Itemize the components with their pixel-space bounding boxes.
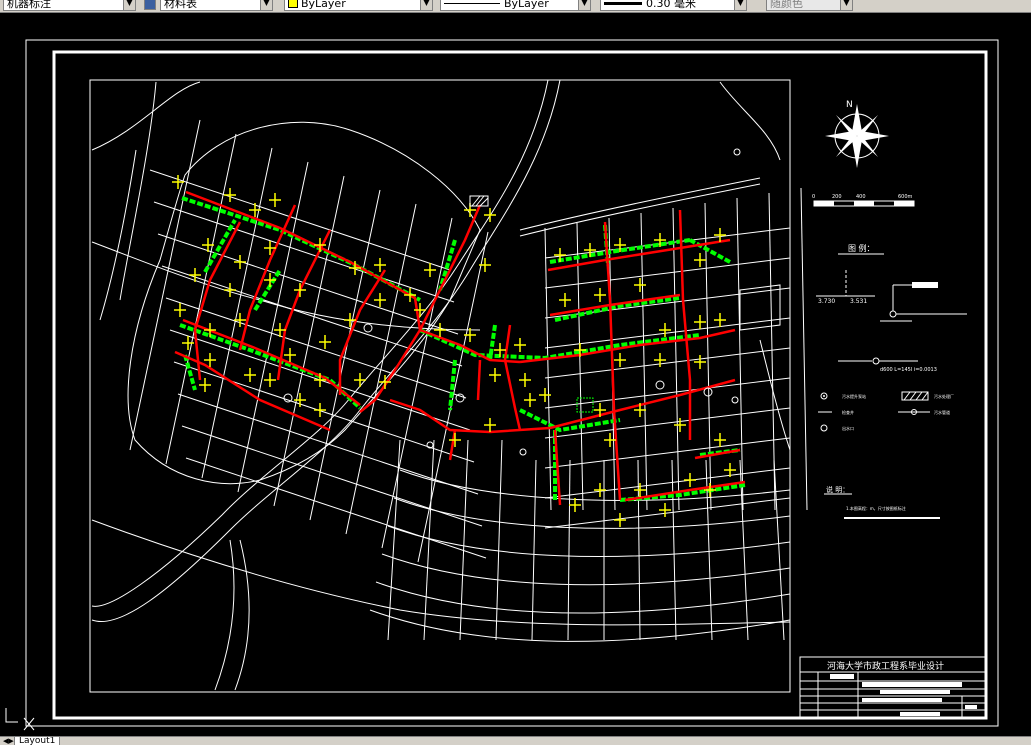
plotstyle-select[interactable]: 随颜色	[766, 0, 842, 11]
plotstyle-value: 随颜色	[770, 0, 803, 10]
scale-600: 600m	[898, 194, 913, 200]
elevation-2: 3.531	[850, 298, 867, 305]
lineweight-dropdown-arrow[interactable]: ▼	[734, 0, 747, 11]
color-dropdown-arrow[interactable]: ▼	[420, 0, 433, 11]
scale-bar: 0 200 400 600m	[812, 194, 915, 207]
title-block-text: 河海大学市政工程系毕业设计	[827, 660, 944, 672]
table-style-icon[interactable]	[144, 0, 156, 10]
note-1: 1.本图高程：m，尺寸按图纸标注	[846, 505, 906, 511]
layer-dropdown-arrow[interactable]: ▼	[260, 0, 273, 11]
outer-frame	[25, 39, 999, 727]
linetype-dropdown-arrow[interactable]: ▼	[578, 0, 591, 11]
scale-400: 400	[856, 194, 866, 200]
color-select[interactable]: ByLayer	[284, 0, 422, 11]
design-notes: 说 明： 1.本图高程：m，尺寸按图纸标注	[824, 485, 940, 519]
dimstyle-value: 机器标注	[7, 0, 51, 10]
pipe-label: d600 L=145l i=0.0013	[880, 367, 937, 373]
linetype-preview	[444, 3, 500, 4]
scale-0: 0	[812, 194, 815, 200]
inner-frame	[52, 50, 988, 720]
color-swatch-icon	[288, 0, 298, 8]
legend: 图 例： 3.730 3.531 d600 L=145l i=0.0013 污水…	[816, 243, 967, 432]
legend-sewer: 污水管道	[934, 409, 950, 415]
legend-title: 图 例：	[848, 243, 875, 253]
color-value: ByLayer	[301, 0, 346, 10]
north-label: N	[846, 100, 853, 110]
legend-outfall: 出水口	[842, 425, 854, 431]
layer-value: 材料表	[164, 0, 197, 10]
city-map	[91, 79, 808, 691]
notes-title: 说 明：	[826, 485, 849, 494]
road-network	[91, 79, 791, 691]
linetype-select[interactable]: ByLayer	[440, 0, 580, 11]
elevation-1: 3.730	[818, 298, 835, 305]
ucs-icon	[5, 708, 35, 731]
lineweight-select[interactable]: 0.30 毫米	[600, 0, 736, 11]
dimstyle-dropdown-arrow[interactable]: ▼	[123, 0, 136, 11]
lineweight-preview	[604, 2, 642, 5]
left-district-grid	[129, 119, 489, 563]
linetype-value: ByLayer	[504, 0, 549, 10]
legend-plant: 污水处理厂	[934, 393, 954, 399]
lineweight-value: 0.30 毫米	[646, 0, 696, 10]
north-arrow: N	[825, 100, 889, 168]
treatment-plant	[469, 195, 594, 413]
plotstyle-dropdown-arrow[interactable]: ▼	[840, 0, 853, 11]
drawing-canvas[interactable]: N 0 200 400 600m 图 例： 3.730 3.531 d600 L…	[0, 12, 1031, 736]
right-district-grid	[544, 187, 808, 529]
layer-select[interactable]: 材料表	[160, 0, 262, 11]
legend-pump: 污水提升泵站	[842, 393, 866, 399]
scale-200: 200	[832, 194, 842, 200]
dimstyle-select[interactable]: 机器标注	[3, 0, 125, 11]
legend-manhole: 检查井	[842, 409, 854, 415]
title-block: 河海大学市政工程系毕业设计	[799, 656, 987, 719]
